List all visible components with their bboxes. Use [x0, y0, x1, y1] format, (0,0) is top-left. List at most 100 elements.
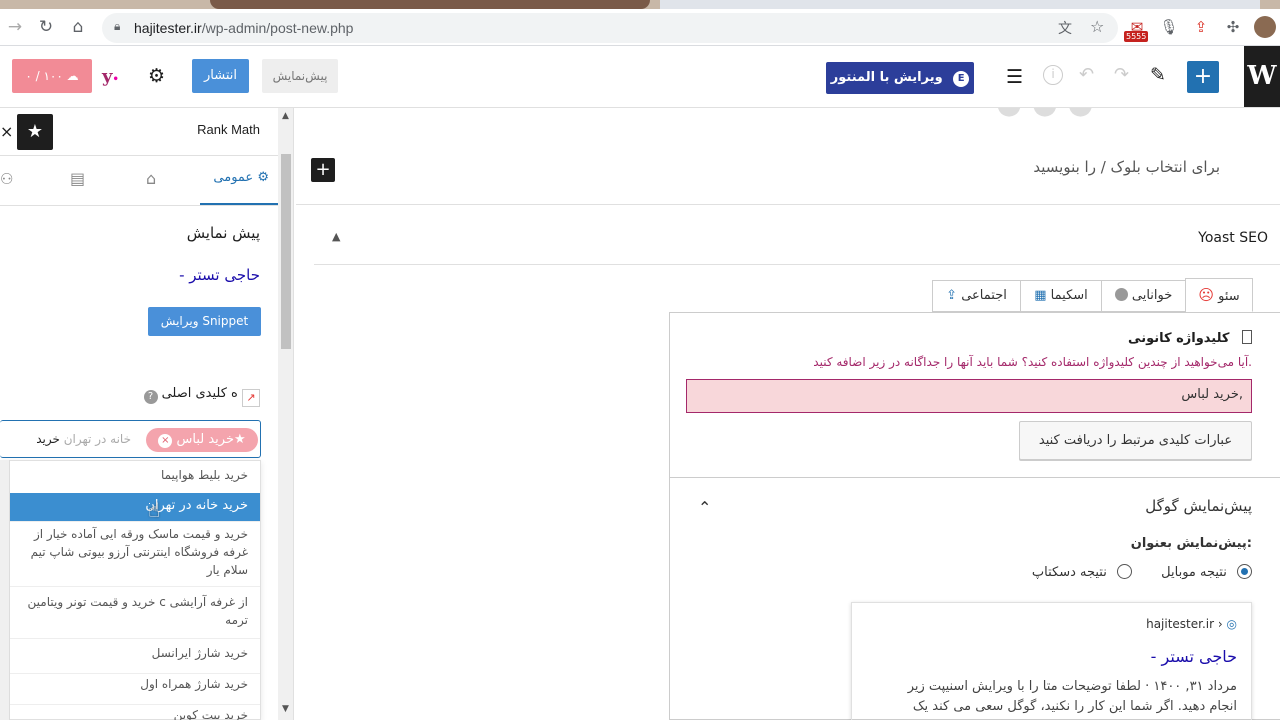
title-fragment: ● ● ● — [996, 108, 1116, 119]
suggestion-item[interactable]: خرید و قیمت ماسک ورقه ایی آماده خیار از … — [10, 525, 260, 587]
grid-icon: ▦ — [1034, 288, 1047, 303]
url-host: hajitester.ir — [134, 20, 202, 36]
url-path: /wp-admin/post-new.php — [201, 20, 354, 36]
share-icon: ⇪ — [946, 288, 958, 303]
translate-icon[interactable]: 文 — [1058, 18, 1072, 38]
tab-social[interactable]: ⇪ اجتماعی — [932, 280, 1021, 312]
mobile-result-option[interactable]: نتیجه موبایل — [1161, 564, 1252, 580]
preview-title-link[interactable]: - حاجی تستر — [179, 266, 260, 284]
snippet-site-text: hajitester.ir › — [1146, 617, 1223, 631]
snippet-site: hajitester.ir › ◎ — [1146, 617, 1237, 631]
edit-snippet-button[interactable]: ویرایش Snippet — [148, 307, 261, 336]
sad-face-icon: ☹ — [1198, 286, 1214, 304]
tab-seo[interactable]: ☹ سئو — [1185, 278, 1253, 312]
block-placeholder[interactable]: برای انتخاب بلوک / را بنویسید — [1033, 158, 1220, 176]
inserter-plus-button[interactable]: + — [311, 158, 335, 182]
suggestion-item[interactable]: خرید و قیمت تونر ویتامین c از غرفه آرایش… — [10, 593, 260, 639]
focus-keyword-heading: ? ه کلیدی اصلی ↗ — [143, 386, 260, 407]
desktop-radio[interactable] — [1117, 564, 1132, 579]
remove-chip-icon[interactable]: × — [158, 434, 173, 448]
social-card-icon[interactable]: ▤ — [70, 169, 85, 188]
settings-gear-icon[interactable]: ⚙ — [148, 65, 165, 87]
profile-avatar[interactable] — [1254, 16, 1276, 38]
get-related-keyphrases-button[interactable]: عبارات کلیدی مرتبط را دریافت کنید — [1019, 421, 1252, 460]
collapse-arrow-icon[interactable]: ▲ — [332, 230, 340, 243]
forward-icon[interactable]: → — [2, 14, 28, 40]
tab-seo-label: سئو — [1218, 289, 1240, 304]
chip-star-icon: ★ — [233, 432, 246, 447]
suggestion-item[interactable]: خرید بلیط هواپیما — [10, 464, 260, 494]
scroll-down-arrow-icon[interactable]: ▼ — [282, 704, 289, 714]
tab-readability[interactable]: خوانایی — [1101, 280, 1186, 312]
wordpress-logo[interactable]: W — [1244, 46, 1280, 107]
rank-math-sidebar: × ★ Rank Math ⚇ ▤ ⌂ عمومی ⚙ پیش نمایش - … — [0, 108, 294, 720]
tab-general[interactable]: عمومی ⚙ — [213, 170, 269, 185]
tab-general-label: عمومی — [213, 170, 254, 185]
tab-schema-label: اسکیما — [1050, 288, 1088, 303]
seo-score-badge[interactable]: ۰ / ۱۰۰ ☁ — [12, 59, 92, 93]
mobile-result-label: نتیجه موبایل — [1161, 565, 1227, 580]
trend-icon: ↗ — [242, 389, 260, 407]
focus-keyword-input[interactable]: خرید لباس, — [686, 379, 1252, 413]
focus-keyword-text: کلیدواژه کانونی — [1128, 331, 1230, 346]
mail-badge: 5555 — [1124, 31, 1149, 42]
elementor-label: ویرایش با المنتور — [830, 70, 943, 85]
browser-toolbar: → ↻ ⌂ 🔒︎ hajitester.ir/wp-admin/post-new… — [0, 0, 1280, 46]
tab-schema[interactable]: ▦ اسکیما — [1020, 280, 1102, 312]
list-view-icon[interactable]: ☰ — [1006, 66, 1023, 88]
editor-canvas: ● ● ● + برای انتخاب بلوک / را بنویسید ▲ … — [296, 108, 1280, 720]
tab-social-label: اجتماعی — [961, 288, 1007, 303]
help-box-icon — [1242, 330, 1252, 344]
undo-icon[interactable]: ↶ — [1079, 64, 1094, 85]
edit-pencil-icon[interactable]: ✎ — [1150, 64, 1166, 86]
suggestion-item[interactable]: خرید شارژ همراه اول — [10, 675, 260, 705]
lock-icon[interactable]: 🔒︎ — [114, 19, 120, 34]
chevron-up-icon[interactable]: ⌃ — [698, 498, 711, 517]
divider — [669, 477, 1280, 478]
help-icon[interactable]: ? — [143, 390, 158, 404]
suggestions-scrollbar[interactable] — [0, 460, 10, 720]
address-bar[interactable]: 🔒︎ hajitester.ir/wp-admin/post-new.php 文… — [102, 13, 1118, 43]
divider — [0, 155, 278, 156]
bookmark-star-icon[interactable]: ☆ — [1090, 17, 1104, 36]
scroll-up-arrow-icon[interactable]: ▲ — [282, 111, 289, 121]
mobile-radio[interactable] — [1237, 564, 1252, 579]
snippet-title: - حاجی تستر — [1150, 647, 1237, 666]
suggestion-item[interactable]: خرید شارژ ایرانسل — [10, 644, 260, 674]
info-icon[interactable]: i — [1043, 65, 1063, 85]
snippet-card[interactable]: hajitester.ir › ◎ - حاجی تستر مرداد ۳۱, … — [851, 602, 1252, 720]
scrollbar-thumb[interactable] — [281, 154, 291, 349]
star-pin-button[interactable]: ★ — [17, 114, 53, 150]
tab-strip — [0, 0, 1280, 9]
yoast-icon[interactable]: y• — [102, 66, 132, 88]
keyword-chip[interactable]: × خرید لباس★ — [146, 428, 258, 452]
reload-icon[interactable]: ↻ — [33, 14, 59, 40]
home-icon[interactable]: ⌂ — [65, 14, 91, 40]
redo-icon[interactable]: ↷ — [1114, 64, 1129, 85]
advanced-briefcase-icon[interactable]: ⌂ — [146, 169, 156, 188]
microphone-icon[interactable]: 🎙︎ — [1158, 16, 1180, 38]
desktop-result-label: نتیجه دسکتاپ — [1031, 565, 1107, 580]
elementor-edit-button[interactable]: ویرایش با المنتور E — [826, 62, 974, 94]
editor-header: ۰ / ۱۰۰ ☁ y• ⚙ انتشار پیش‌نمایش ویرایش ب… — [0, 46, 1280, 108]
preview-button[interactable]: پیش‌نمایش — [262, 59, 338, 93]
keyword-typed: خرید — [36, 432, 60, 446]
preview-as-label: پیش‌نمایش بعنوان: — [1130, 536, 1252, 551]
suggestion-item-highlighted[interactable]: خرید خانه در تهران — [10, 493, 260, 522]
focus-keyword-heading-text: ه کلیدی اصلی — [161, 386, 238, 401]
add-block-button[interactable]: + — [1187, 61, 1219, 93]
extensions-puzzle-icon[interactable]: ✣ — [1222, 16, 1244, 38]
yoast-title[interactable]: Yoast SEO — [1198, 230, 1268, 246]
desktop-result-option[interactable]: نتیجه دسکتاپ — [1032, 564, 1132, 580]
schema-icon[interactable]: ⚇ — [0, 170, 13, 188]
keyword-autocomplete-ghost: خانه در تهران — [63, 432, 131, 446]
snippet-description-2: انجام دهید. اگر شما این کار را نکنید، گو… — [912, 699, 1237, 714]
focus-keyword-label: کلیدواژه کانونی — [1128, 330, 1252, 346]
focus-keyword-input[interactable]: × خرید لباس★ خانه در تهران خرید — [0, 420, 261, 458]
suggestion-item[interactable]: خرید بیت کوین — [10, 706, 260, 720]
sidebar-scrollbar[interactable]: ▲ ▼ — [278, 108, 293, 720]
close-icon[interactable]: × — [0, 122, 13, 141]
publish-button[interactable]: انتشار — [192, 59, 249, 93]
upload-extension-icon[interactable]: ⇪ — [1190, 16, 1212, 38]
multiple-keyword-warning: آیا می‌خواهید از چندین کلیدواژه استفاده … — [813, 355, 1252, 369]
